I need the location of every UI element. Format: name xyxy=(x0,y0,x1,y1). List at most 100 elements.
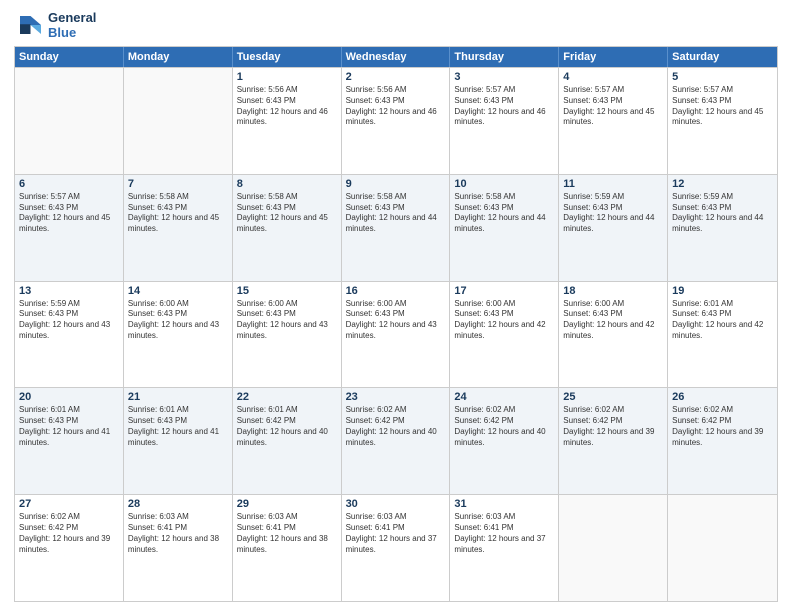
cal-cell: 18 Sunrise: 6:00 AM Sunset: 6:43 PM Dayli… xyxy=(559,282,668,388)
weekday-header-tuesday: Tuesday xyxy=(233,47,342,67)
cal-cell: 8 Sunrise: 5:58 AM Sunset: 6:43 PM Daylig… xyxy=(233,175,342,281)
day-number: 16 xyxy=(346,285,446,297)
cal-cell: 25 Sunrise: 6:02 AM Sunset: 6:42 PM Dayli… xyxy=(559,388,668,494)
calendar-row-5: 27 Sunrise: 6:02 AM Sunset: 6:42 PM Dayli… xyxy=(15,494,777,601)
cal-cell: 14Sunrise: 6:00 AM Sunset: 6:43 PM Dayli… xyxy=(124,282,233,388)
cal-cell: 11 Sunrise: 5:59 AM Sunset: 6:43 PM Dayli… xyxy=(559,175,668,281)
cell-info: Sunrise: 6:01 AM Sunset: 6:43 PM Dayligh… xyxy=(19,405,119,448)
cal-cell xyxy=(124,68,233,174)
day-number: 27 xyxy=(19,498,119,510)
calendar-row-3: 13 Sunrise: 5:59 AM Sunset: 6:43 PM Dayli… xyxy=(15,281,777,388)
cell-info: Sunrise: 6:01 AM Sunset: 6:43 PM Dayligh… xyxy=(128,405,228,448)
day-number: 7 xyxy=(128,178,228,190)
day-number: 10 xyxy=(454,178,554,190)
cell-info: Sunrise: 5:58 AM Sunset: 6:43 PM Dayligh… xyxy=(454,192,554,235)
cell-info: Sunrise: 6:00 AM Sunset: 6:43 PM Dayligh… xyxy=(454,299,554,342)
day-number: 15 xyxy=(237,285,337,297)
calendar: SundayMondayTuesdayWednesdayThursdayFrid… xyxy=(14,46,778,602)
cell-info: Sunrise: 5:58 AM Sunset: 6:43 PM Dayligh… xyxy=(346,192,446,235)
day-number: 29 xyxy=(237,498,337,510)
cell-info: Sunrise: 6:00 AM Sunset: 6:43 PM Dayligh… xyxy=(346,299,446,342)
day-number: 3 xyxy=(454,71,554,83)
logo-text: General Blue xyxy=(48,10,96,40)
day-number: 5 xyxy=(672,71,773,83)
cell-info: Sunrise: 5:56 AM Sunset: 6:43 PM Dayligh… xyxy=(346,85,446,128)
cell-info: Sunrise: 5:59 AM Sunset: 6:43 PM Dayligh… xyxy=(672,192,773,235)
day-number: 19 xyxy=(672,285,773,297)
cell-info: Sunrise: 6:02 AM Sunset: 6:42 PM Dayligh… xyxy=(563,405,663,448)
cal-cell xyxy=(668,495,777,601)
cal-cell: 9 Sunrise: 5:58 AM Sunset: 6:43 PM Daylig… xyxy=(342,175,451,281)
cal-cell: 4 Sunrise: 5:57 AM Sunset: 6:43 PM Daylig… xyxy=(559,68,668,174)
cell-info: Sunrise: 6:03 AM Sunset: 6:41 PM Dayligh… xyxy=(237,512,337,555)
cell-info: Sunrise: 6:00 AM Sunset: 6:43 PM Dayligh… xyxy=(237,299,337,342)
day-number: 22 xyxy=(237,391,337,403)
day-number: 14 xyxy=(128,285,228,297)
weekday-header-thursday: Thursday xyxy=(450,47,559,67)
day-number: 4 xyxy=(563,71,663,83)
day-number: 18 xyxy=(563,285,663,297)
cal-cell: 26 Sunrise: 6:02 AM Sunset: 6:42 PM Dayli… xyxy=(668,388,777,494)
cell-info: Sunrise: 6:01 AM Sunset: 6:43 PM Dayligh… xyxy=(672,299,773,342)
cal-cell: 19 Sunrise: 6:01 AM Sunset: 6:43 PM Dayli… xyxy=(668,282,777,388)
cell-info: Sunrise: 6:02 AM Sunset: 6:42 PM Dayligh… xyxy=(672,405,773,448)
cal-cell: 5 Sunrise: 5:57 AM Sunset: 6:43 PM Daylig… xyxy=(668,68,777,174)
cal-cell: 31Sunrise: 6:03 AM Sunset: 6:41 PM Dayli… xyxy=(450,495,559,601)
day-number: 12 xyxy=(672,178,773,190)
cell-info: Sunrise: 6:02 AM Sunset: 6:42 PM Dayligh… xyxy=(19,512,119,555)
day-number: 6 xyxy=(19,178,119,190)
cell-info: Sunrise: 6:03 AM Sunset: 6:41 PM Dayligh… xyxy=(128,512,228,555)
day-number: 23 xyxy=(346,391,446,403)
day-number: 25 xyxy=(563,391,663,403)
weekday-header-monday: Monday xyxy=(124,47,233,67)
day-number: 28 xyxy=(128,498,228,510)
cal-cell: 27 Sunrise: 6:02 AM Sunset: 6:42 PM Dayli… xyxy=(15,495,124,601)
cal-cell xyxy=(15,68,124,174)
cal-cell: 7Sunrise: 5:58 AM Sunset: 6:43 PM Daylig… xyxy=(124,175,233,281)
calendar-body: 1 Sunrise: 5:56 AM Sunset: 6:43 PM Daylig… xyxy=(15,67,777,601)
day-number: 9 xyxy=(346,178,446,190)
cell-info: Sunrise: 6:03 AM Sunset: 6:41 PM Dayligh… xyxy=(346,512,446,555)
cell-info: Sunrise: 5:59 AM Sunset: 6:43 PM Dayligh… xyxy=(19,299,119,342)
day-number: 21 xyxy=(128,391,228,403)
cal-cell: 3 Sunrise: 5:57 AM Sunset: 6:43 PM Daylig… xyxy=(450,68,559,174)
day-number: 1 xyxy=(237,71,337,83)
cell-info: Sunrise: 5:57 AM Sunset: 6:43 PM Dayligh… xyxy=(672,85,773,128)
cal-cell: 13 Sunrise: 5:59 AM Sunset: 6:43 PM Dayli… xyxy=(15,282,124,388)
cell-info: Sunrise: 5:57 AM Sunset: 6:43 PM Dayligh… xyxy=(19,192,119,235)
day-number: 26 xyxy=(672,391,773,403)
cell-info: Sunrise: 6:00 AM Sunset: 6:43 PM Dayligh… xyxy=(563,299,663,342)
cell-info: Sunrise: 5:57 AM Sunset: 6:43 PM Dayligh… xyxy=(563,85,663,128)
cell-info: Sunrise: 5:57 AM Sunset: 6:43 PM Dayligh… xyxy=(454,85,554,128)
cell-info: Sunrise: 6:01 AM Sunset: 6:42 PM Dayligh… xyxy=(237,405,337,448)
calendar-header: SundayMondayTuesdayWednesdayThursdayFrid… xyxy=(15,47,777,67)
cal-cell: 30 Sunrise: 6:03 AM Sunset: 6:41 PM Dayli… xyxy=(342,495,451,601)
cal-cell: 16 Sunrise: 6:00 AM Sunset: 6:43 PM Dayli… xyxy=(342,282,451,388)
weekday-header-friday: Friday xyxy=(559,47,668,67)
calendar-row-4: 20 Sunrise: 6:01 AM Sunset: 6:43 PM Dayli… xyxy=(15,387,777,494)
logo: General Blue xyxy=(14,10,96,40)
calendar-row-2: 6 Sunrise: 5:57 AM Sunset: 6:43 PM Daylig… xyxy=(15,174,777,281)
cal-cell: 6 Sunrise: 5:57 AM Sunset: 6:43 PM Daylig… xyxy=(15,175,124,281)
day-number: 20 xyxy=(19,391,119,403)
cal-cell: 17 Sunrise: 6:00 AM Sunset: 6:43 PM Dayli… xyxy=(450,282,559,388)
cal-cell: 23 Sunrise: 6:02 AM Sunset: 6:42 PM Dayli… xyxy=(342,388,451,494)
cal-cell: 10 Sunrise: 5:58 AM Sunset: 6:43 PM Dayli… xyxy=(450,175,559,281)
page: General Blue SundayMondayTuesdayWednesda… xyxy=(0,0,792,612)
day-number: 13 xyxy=(19,285,119,297)
cell-info: Sunrise: 6:02 AM Sunset: 6:42 PM Dayligh… xyxy=(454,405,554,448)
cell-info: Sunrise: 5:58 AM Sunset: 6:43 PM Dayligh… xyxy=(237,192,337,235)
day-number: 2 xyxy=(346,71,446,83)
cal-cell: 15 Sunrise: 6:00 AM Sunset: 6:43 PM Dayli… xyxy=(233,282,342,388)
calendar-row-1: 1 Sunrise: 5:56 AM Sunset: 6:43 PM Daylig… xyxy=(15,67,777,174)
cal-cell: 29 Sunrise: 6:03 AM Sunset: 6:41 PM Dayli… xyxy=(233,495,342,601)
day-number: 11 xyxy=(563,178,663,190)
cal-cell: 20 Sunrise: 6:01 AM Sunset: 6:43 PM Dayli… xyxy=(15,388,124,494)
cell-info: Sunrise: 5:59 AM Sunset: 6:43 PM Dayligh… xyxy=(563,192,663,235)
day-number: 8 xyxy=(237,178,337,190)
cal-cell: 12 Sunrise: 5:59 AM Sunset: 6:43 PM Dayli… xyxy=(668,175,777,281)
cell-info: Sunrise: 6:02 AM Sunset: 6:42 PM Dayligh… xyxy=(346,405,446,448)
weekday-header-wednesday: Wednesday xyxy=(342,47,451,67)
day-number: 30 xyxy=(346,498,446,510)
day-number: 17 xyxy=(454,285,554,297)
